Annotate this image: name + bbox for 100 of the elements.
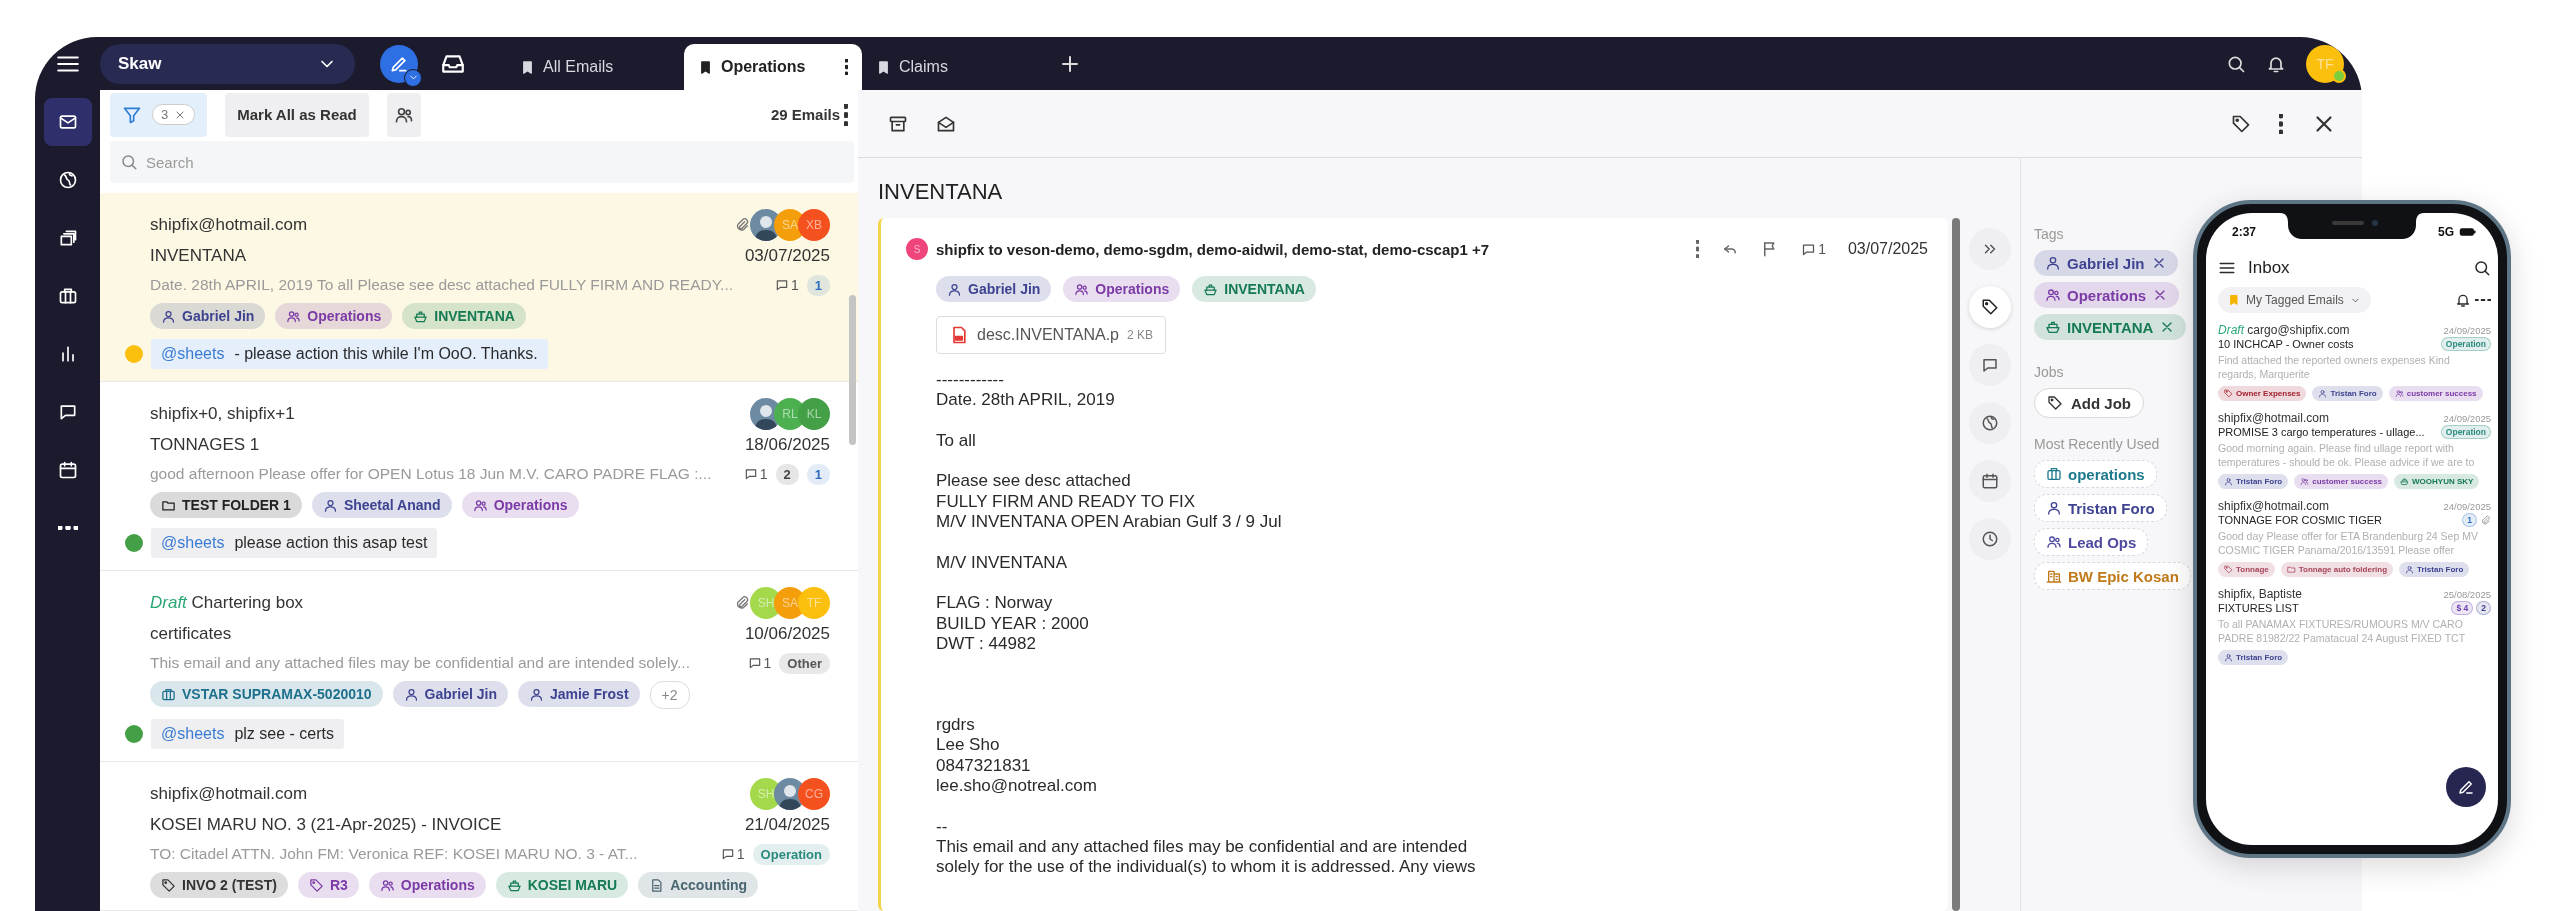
email-row[interactable]: shipfix, Baptiste 25/08/2025 FIXTURES LIST $ 4 2 To all PANAMAX FIXTURES/RUMOURS M/V CARO PADRE 81982/22 Pamatacual 24 August FIXED TCT Tristan Foro [2218, 587, 2491, 665]
side-panel-button[interactable] [1969, 402, 2011, 444]
tab[interactable]: All Emails [506, 44, 684, 90]
person-icon [403, 686, 419, 702]
section-heading: Tags [2034, 226, 2064, 242]
nav-button[interactable] [43, 98, 92, 146]
filter-dropdown[interactable]: My Tagged Emails [2218, 287, 2371, 313]
user-avatar: CG [798, 778, 830, 810]
email-sender: Draft Chartering box [150, 593, 305, 613]
tag-chip[interactable]: Tonnage auto foldering [2280, 562, 2394, 577]
tag-chip[interactable]: Gabriel Jin [392, 681, 508, 707]
tag-chip[interactable]: Gabriel Jin [2034, 250, 2178, 276]
people-icon [379, 877, 395, 893]
more-button[interactable] [844, 103, 848, 126]
more-icon [57, 526, 78, 530]
tag-chip[interactable]: INVENTANA [402, 303, 526, 329]
body-paragraph: -- This email and any attached files may be confidential and are intended solely for the use of the individual(s) to whom it is addressed. Any views [936, 816, 1477, 878]
more-button[interactable] [2475, 298, 2491, 302]
attachment-chip[interactable]: desc.INVENTANA.p 2 KB [936, 316, 1166, 354]
people-icon [1074, 281, 1090, 297]
tag-chip[interactable]: R3 [297, 872, 359, 898]
tag-chip[interactable]: Operations [368, 872, 486, 898]
tag-icon [2231, 113, 2252, 134]
filter-count-chip[interactable]: 3 [152, 104, 196, 125]
notifications-button[interactable] [2455, 292, 2471, 308]
email-sender: shipfix@hotmail.com [150, 215, 309, 235]
count-badge: 1 [2462, 513, 2477, 527]
add-job-button[interactable]: Add Job [2034, 388, 2144, 418]
tag-chip[interactable]: TEST FOLDER 1 [150, 492, 302, 518]
tag-chip[interactable]: customer success [2294, 474, 2389, 489]
tag-chip[interactable]: Tristan Foro [2399, 562, 2470, 577]
tag-chip[interactable]: WOOHYUN SKY [2394, 474, 2480, 489]
email-row[interactable]: Draft cargo@shipfix.com 24/09/2025 10 INCHCAP - Owner costs Operation Find attached the reported owners expenses Kind regards, Marquerite Owner Expenses Tristan Foro customer success [2218, 323, 2491, 401]
tag-chip[interactable]: Tonnage [2218, 562, 2275, 577]
kebab-icon[interactable] [845, 59, 848, 75]
scrollbar[interactable] [1952, 218, 1960, 911]
tag-chip[interactable]: Accounting [638, 872, 759, 898]
network-label: 5G [2438, 225, 2454, 239]
user-avatar: TF [798, 587, 830, 619]
more-button[interactable] [2279, 113, 2283, 134]
calendar-icon [57, 460, 78, 480]
email-sender: shipfix@hotmail.com [2218, 499, 2329, 513]
tag-chip[interactable]: Owner Expenses [2218, 386, 2307, 401]
tag-chip[interactable]: Gabriel Jin [150, 303, 266, 329]
bookmark-icon [698, 59, 713, 75]
tag-chip[interactable]: Tristan Foro [2218, 474, 2289, 489]
search-field[interactable]: Search [110, 141, 854, 183]
compose-button[interactable] [2446, 767, 2486, 807]
mention-link[interactable]: @sheets [161, 725, 225, 743]
tab[interactable]: Operations [684, 44, 862, 90]
scrollbar[interactable] [849, 295, 856, 445]
workspace-dropdown[interactable]: Skaw [100, 43, 355, 84]
email-subject: KOSEI MARU NO. 3 (21-Apr-2025) - INVOICE [150, 815, 502, 835]
tag-chip[interactable]: Operations [461, 492, 579, 518]
email-row[interactable] [2218, 411, 2491, 489]
mention-link[interactable]: @sheets [161, 534, 225, 552]
email-row[interactable]: shipfix@hotmail.com 24/09/2025 TONNAGE FOR COSMIC TIGER 1 Good day Please offer for ETA Brandenburg 24 Sep MV COSMIC TIGER Panama/2016/13591 Please offer Tonnage Tonnage auto foldering Tristan Foro [2218, 499, 2491, 577]
filter-button[interactable]: 3 [110, 92, 208, 137]
tag-chip[interactable]: INVO 2 (TEST) [150, 872, 288, 898]
person-icon [2046, 500, 2062, 516]
tag-chip[interactable]: INVENTANA [2034, 314, 2187, 340]
tag-chip[interactable]: Lead Ops [2034, 528, 2149, 556]
tag-chip[interactable]: Operations [2034, 282, 2180, 308]
search-button[interactable] [2473, 259, 2491, 277]
tag-chip[interactable]: Tristan Foro [2218, 650, 2289, 665]
side-panel-button[interactable] [1969, 460, 2011, 502]
tag-chip[interactable]: Operations [1063, 276, 1181, 302]
assignees-button[interactable] [386, 92, 421, 137]
tag-button[interactable] [2231, 113, 2252, 134]
side-panel-button[interactable] [1969, 518, 2011, 560]
body-paragraph: FLAG : Norway BUILD YEAR : 2000 DWT : 44982 [936, 593, 1090, 655]
side-panel-button[interactable] [1969, 286, 2011, 328]
mention-link[interactable]: @sheets [161, 345, 225, 363]
tag-chip[interactable]: BW Epic Kosan [2034, 562, 2191, 590]
tab[interactable]: Claims [862, 44, 1040, 90]
tag-chip[interactable]: KOSEI MARU [495, 872, 629, 898]
tag-chip[interactable]: Gabriel Jin [936, 276, 1052, 302]
bookmark-icon [876, 59, 891, 75]
mark-all-read-button[interactable]: Mark All as Read [225, 92, 369, 137]
count-badge: Other [779, 652, 830, 674]
tag-chip[interactable]: Tristan Foro [2034, 494, 2167, 522]
user-avatar: S [906, 238, 928, 260]
body-paragraph: rgdrs Lee Sho 0847321831 lee.sho@notreal.com [936, 715, 1098, 797]
tag-chip[interactable]: Sheetal Anand [311, 492, 452, 518]
email-preview: Good day Please offer for ETA Brandenburg 24 Sep MV COSMIC TIGER Panama/2016/13591 Please offer [2218, 529, 2479, 557]
tag-icon [2224, 565, 2233, 574]
tag-chip[interactable]: customer success [2388, 386, 2483, 401]
tag-chip[interactable]: INVENTANA [1192, 276, 1316, 302]
tag-chip[interactable]: operations [2034, 460, 2157, 488]
comment-text: - please action this while I'm OoO. Thanks. [234, 345, 538, 363]
comment-text: plz see - certs [234, 725, 334, 743]
tag-chip[interactable]: Tristan Foro [2312, 386, 2383, 401]
tag-chip[interactable]: VSTAR SUPRAMAX-5020010 [150, 681, 383, 707]
more-tags-chip[interactable]: +2 [649, 681, 690, 709]
bookmark-icon [2228, 294, 2240, 306]
count-badge: Operation [752, 843, 830, 865]
tag-chip[interactable]: Operations [275, 303, 393, 329]
tag-chip[interactable]: Jamie Frost [517, 681, 640, 707]
boat-icon [2045, 319, 2061, 335]
email-row[interactable] [100, 193, 858, 382]
